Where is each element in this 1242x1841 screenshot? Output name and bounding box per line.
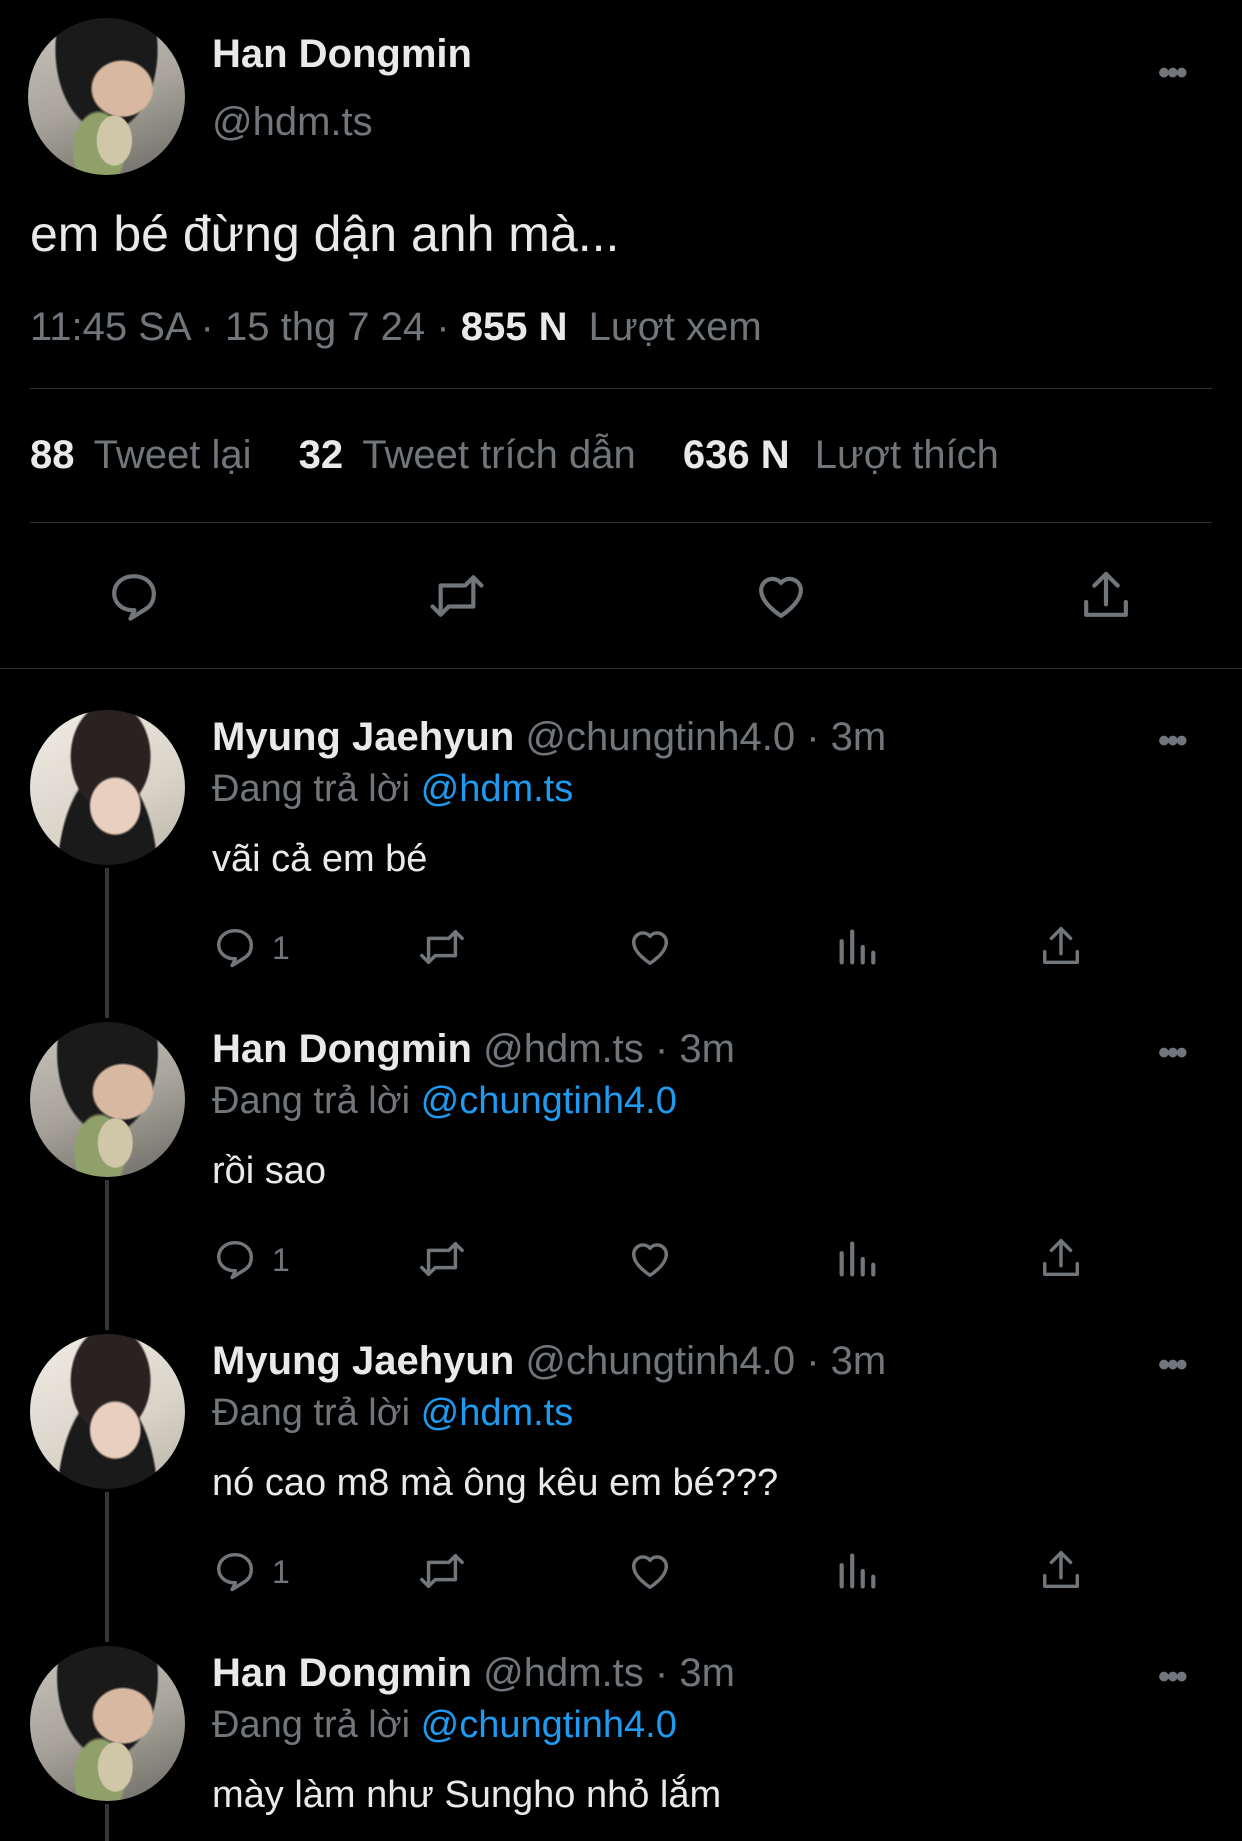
more-icon[interactable]: ••• xyxy=(1158,724,1188,758)
reply-count: 1 xyxy=(272,1554,290,1590)
likes-count: 636 N xyxy=(682,433,790,477)
like-icon[interactable] xyxy=(626,1236,674,1282)
analytics-icon[interactable] xyxy=(834,924,880,970)
like-icon[interactable] xyxy=(752,568,810,624)
reply-time[interactable]: · 3m xyxy=(655,1651,735,1695)
reply-author-name[interactable]: Han Dongmin xyxy=(212,1027,472,1071)
replying-label: Đang trả lời xyxy=(212,1392,411,1434)
author-handle[interactable]: @hdm.ts xyxy=(212,100,373,145)
divider xyxy=(0,668,1242,669)
reply-icon[interactable] xyxy=(212,1236,258,1282)
reply-icon[interactable] xyxy=(106,568,162,624)
meta-separator: · xyxy=(436,305,450,349)
retweets-stat[interactable]: 88 Tweet lại xyxy=(30,433,263,477)
likes-label: Lượt thích xyxy=(814,433,999,477)
reply-icon[interactable] xyxy=(212,1548,258,1594)
reply-text: mày làm như Sungho nhỏ lắm xyxy=(212,1774,722,1816)
more-icon[interactable]: ••• xyxy=(1158,1660,1188,1694)
like-icon[interactable] xyxy=(626,1548,674,1594)
more-icon[interactable]: ••• xyxy=(1158,56,1188,90)
reply-author-handle[interactable]: @chungtinh4.0 xyxy=(525,1339,795,1383)
divider xyxy=(30,522,1212,523)
reply-icon[interactable] xyxy=(212,924,258,970)
views-count: 855 N xyxy=(460,305,568,349)
analytics-icon[interactable] xyxy=(834,1548,880,1594)
share-icon[interactable] xyxy=(1038,922,1084,970)
replying-to-line: Đang trả lời @hdm.ts xyxy=(212,768,573,811)
retweet-icon[interactable] xyxy=(416,1236,468,1282)
analytics-icon[interactable] xyxy=(834,1236,880,1282)
tweet-date: 15 thg 7 24 xyxy=(224,305,426,349)
replying-to-mention[interactable]: @chungtinh4.0 xyxy=(421,1704,677,1746)
reply-count: 1 xyxy=(272,930,290,966)
reply-header: Myung Jaehyun @chungtinh4.0 · 3m xyxy=(212,1339,886,1384)
replying-label: Đang trả lời xyxy=(212,1080,411,1122)
reply-author-name[interactable]: Myung Jaehyun xyxy=(212,715,514,759)
like-icon[interactable] xyxy=(626,924,674,970)
replying-to-line: Đang trả lời @hdm.ts xyxy=(212,1392,573,1435)
reply-text: nó cao m8 mà ông kêu em bé??? xyxy=(212,1462,779,1504)
thread-line xyxy=(105,1804,109,1841)
reply-author-handle[interactable]: @hdm.ts xyxy=(483,1027,644,1071)
tweet-text: em bé đừng dận anh mà... xyxy=(30,206,620,262)
retweets-label: Tweet lại xyxy=(93,433,252,477)
likes-stat[interactable]: 636 N Lượt thích xyxy=(683,433,999,477)
engagement-stats: 88 Tweet lại 32 Tweet trích dẫn 636 N Lư… xyxy=(30,433,999,478)
retweet-icon[interactable] xyxy=(416,1548,468,1594)
reply-time[interactable]: · 3m xyxy=(806,715,886,759)
divider xyxy=(30,388,1212,389)
reply-header: Han Dongmin @hdm.ts · 3m xyxy=(212,1651,735,1696)
avatar[interactable] xyxy=(30,1646,185,1801)
meta-separator: · xyxy=(200,305,214,349)
thread-line xyxy=(105,868,109,1018)
replying-to-mention[interactable]: @hdm.ts xyxy=(421,768,574,810)
more-icon[interactable]: ••• xyxy=(1158,1036,1188,1070)
share-icon[interactable] xyxy=(1038,1234,1084,1282)
reply-author-handle[interactable]: @chungtinh4.0 xyxy=(525,715,795,759)
replying-label: Đang trả lời xyxy=(212,1704,411,1746)
avatar[interactable] xyxy=(30,1334,185,1489)
retweet-icon[interactable] xyxy=(416,924,468,970)
retweet-icon[interactable] xyxy=(426,568,488,624)
share-icon[interactable] xyxy=(1078,566,1134,624)
reply-text: rồi sao xyxy=(212,1150,327,1192)
thread-line xyxy=(105,1180,109,1330)
reply-time[interactable]: · 3m xyxy=(806,1339,886,1383)
reply-author-handle[interactable]: @hdm.ts xyxy=(483,1651,644,1695)
reply-header: Myung Jaehyun @chungtinh4.0 · 3m xyxy=(212,715,886,760)
share-icon[interactable] xyxy=(1038,1546,1084,1594)
quotes-label: Tweet trích dẫn xyxy=(362,433,636,477)
avatar[interactable] xyxy=(30,1022,185,1177)
replying-to-mention[interactable]: @chungtinh4.0 xyxy=(421,1080,677,1122)
author-name[interactable]: Han Dongmin xyxy=(212,32,472,77)
views-label: Lượt xem xyxy=(588,305,762,349)
reply-count: 1 xyxy=(272,1242,290,1278)
avatar[interactable] xyxy=(28,18,185,175)
tweet-meta: 11:45 SA · 15 thg 7 24 · 855 N Lượt xem xyxy=(30,305,762,350)
reply-text: vãi cả em bé xyxy=(212,838,428,880)
replying-to-line: Đang trả lời @chungtinh4.0 xyxy=(212,1080,677,1123)
more-icon[interactable]: ••• xyxy=(1158,1348,1188,1382)
reply-header: Han Dongmin @hdm.ts · 3m xyxy=(212,1027,735,1072)
retweets-count: 88 xyxy=(30,433,75,477)
replying-to-mention[interactable]: @hdm.ts xyxy=(421,1392,574,1434)
thread-line xyxy=(105,1492,109,1642)
quotes-stat[interactable]: 32 Tweet trích dẫn xyxy=(299,433,647,477)
avatar[interactable] xyxy=(30,710,185,865)
reply-author-name[interactable]: Han Dongmin xyxy=(212,1651,472,1695)
reply-author-name[interactable]: Myung Jaehyun xyxy=(212,1339,514,1383)
replying-to-line: Đang trả lời @chungtinh4.0 xyxy=(212,1704,677,1747)
tweet-time: 11:45 SA xyxy=(30,305,190,349)
reply-time[interactable]: · 3m xyxy=(655,1027,735,1071)
quotes-count: 32 xyxy=(298,433,344,477)
replying-label: Đang trả lời xyxy=(212,768,411,810)
